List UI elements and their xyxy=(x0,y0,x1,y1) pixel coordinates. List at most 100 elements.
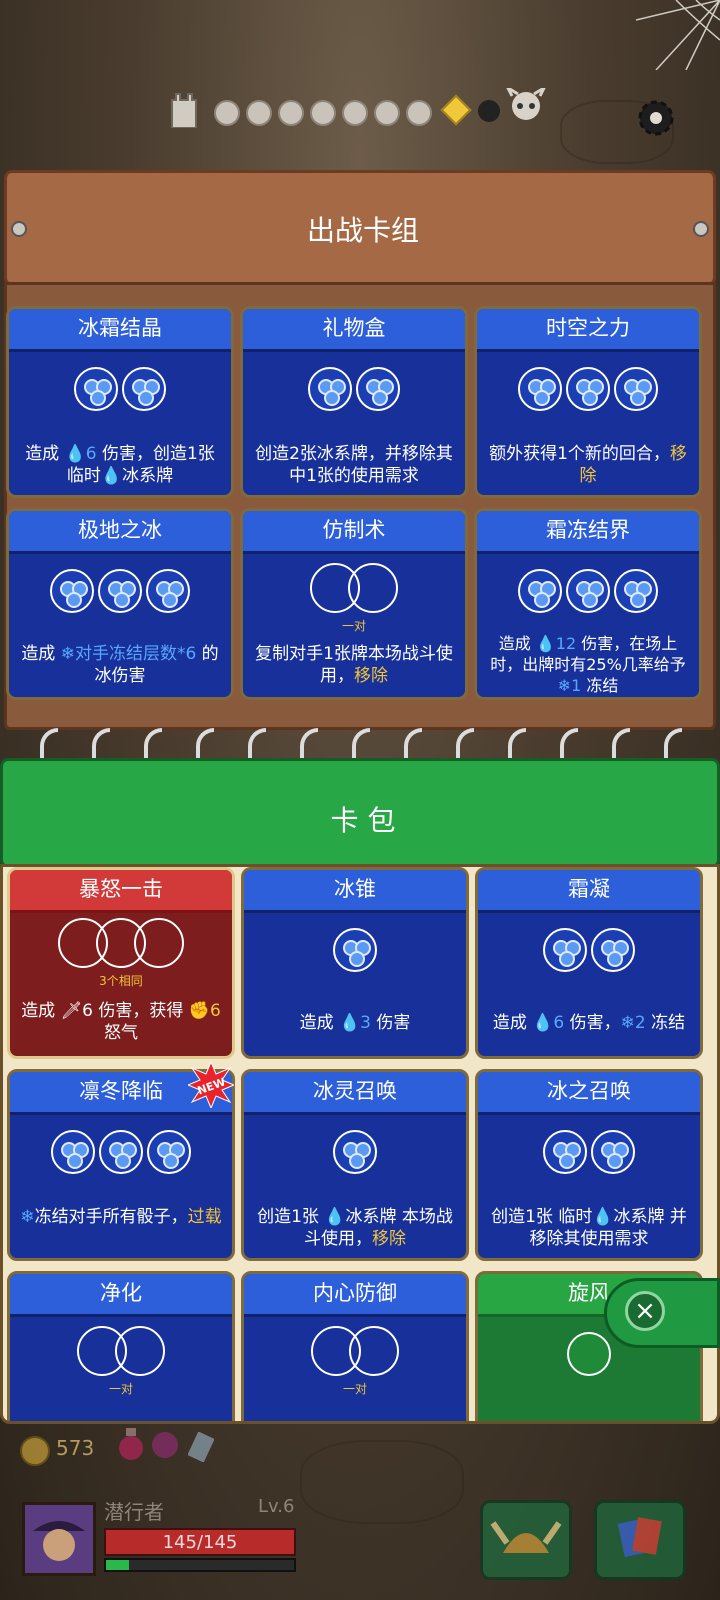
player-bar: 573 潜行者 Lv.6 145/145 xyxy=(0,1418,720,1600)
close-icon[interactable]: × xyxy=(625,1291,665,1331)
dice-requirements xyxy=(477,367,699,411)
ice-die-icon xyxy=(543,1130,587,1174)
pack-card[interactable]: 冰锥 造成 💧3 伤害 xyxy=(241,867,469,1059)
pack-title: 卡 包 xyxy=(330,804,396,837)
dice-requirements xyxy=(244,1326,466,1376)
potion-icon[interactable] xyxy=(116,1428,146,1462)
close-tab[interactable]: × xyxy=(604,1278,720,1348)
ice-die-icon xyxy=(566,367,610,411)
stage-dot xyxy=(310,100,336,126)
new-badge: NEW xyxy=(188,1062,234,1108)
pack-board: 暴怒一击 3个相同 造成 🗡6 伤害，获得 ✊6 怒气 冰锥 造成 💧3 伤害 … xyxy=(0,864,720,1424)
ice-die-icon xyxy=(99,1130,143,1174)
card-title: 冰霜结晶 xyxy=(9,309,231,352)
card-title: 霜凝 xyxy=(478,870,700,913)
castle-icon xyxy=(171,93,197,128)
ice-die-icon xyxy=(146,569,190,613)
deck-card[interactable]: 仿制术 一对 复制对手1张牌本场战斗使用，移除 xyxy=(240,508,468,700)
deck-card[interactable]: 时空之力 额外获得1个新的回合，移除 xyxy=(474,306,702,498)
stage-progress xyxy=(0,0,720,170)
hp-bar: 145/145 xyxy=(104,1528,296,1556)
card-description: ❄冻结对手所有骰子，过载 xyxy=(20,1207,222,1227)
dice-requirements xyxy=(10,918,232,968)
dice-requirements xyxy=(9,569,231,613)
stage-dot xyxy=(374,100,400,126)
gear-icon[interactable] xyxy=(634,96,678,140)
deck-header: 出战卡组 xyxy=(4,170,716,286)
pack-card[interactable]: 净化 一对 xyxy=(7,1271,235,1421)
gold-amount: 573 xyxy=(56,1436,95,1460)
ice-die-icon xyxy=(147,1130,191,1174)
card-description: 复制对手1张牌本场战斗使用，移除 xyxy=(255,644,453,686)
stage-dot xyxy=(214,100,240,126)
card-description: 造成 💧6 伤害，创造1张 临时💧冰系牌 xyxy=(25,444,215,486)
dice-requirements xyxy=(243,367,465,411)
ice-die-icon xyxy=(591,928,635,972)
card-description: 造成 💧3 伤害 xyxy=(299,1013,411,1033)
card-title: 内心防御 xyxy=(244,1274,466,1317)
deck-button[interactable] xyxy=(594,1500,686,1580)
pack-card[interactable]: 暴怒一击 3个相同 造成 🗡6 伤害，获得 ✊6 怒气 xyxy=(7,867,235,1059)
card-description: 造成 ❄对手冻结层数*6 的冰伤害 xyxy=(21,644,219,686)
deck-card[interactable]: 礼物盒 创造2张冰系牌，并移除其中1张的使用需求 xyxy=(240,306,468,498)
hp-text: 145/145 xyxy=(162,1532,238,1553)
equipment-button[interactable] xyxy=(480,1500,572,1580)
card-description: 创造1张 临时💧冰系牌 并移除其使用需求 xyxy=(491,1207,687,1249)
stage-dot-locked xyxy=(478,100,500,122)
ice-die-icon xyxy=(518,569,562,613)
dice-requirements xyxy=(244,1130,466,1174)
card-description: 造成 💧12 伤害，在场上时，出牌时有25%几率给予❄1 冻结 xyxy=(490,634,686,695)
dice-requirements xyxy=(9,367,231,411)
rogue-portrait-icon xyxy=(25,1505,93,1573)
ice-die-icon xyxy=(356,367,400,411)
dice-requirements xyxy=(10,1326,232,1376)
deck-panel: 出战卡组 冰霜结晶 造成 💧6 伤害，创造1张 临时💧冰系牌 礼物盒 创造2张冰… xyxy=(4,170,716,730)
card-description: 创造2张冰系牌，并移除其中1张的使用需求 xyxy=(255,444,453,486)
stage-dot xyxy=(342,100,368,126)
pack-card[interactable]: 冰之召唤 创造1张 临时💧冰系牌 并移除其使用需求 xyxy=(475,1069,703,1261)
dice-condition: 3个相同 xyxy=(99,974,143,988)
ice-die-icon xyxy=(614,367,658,411)
cards-icon xyxy=(617,1517,662,1558)
card-description: 造成 🗡6 伤害，获得 ✊6 怒气 xyxy=(21,1001,221,1043)
any-die-icon xyxy=(348,563,398,613)
avatar[interactable] xyxy=(22,1502,96,1576)
card-title: 冰锥 xyxy=(244,870,466,913)
card-title: 极地之冰 xyxy=(9,511,231,554)
card-title: 仿制术 xyxy=(243,511,465,554)
dice-requirements xyxy=(243,563,465,613)
dice-requirements xyxy=(478,928,700,972)
any-die-icon xyxy=(134,918,184,968)
deck-card[interactable]: 极地之冰 造成 ❄对手冻结层数*6 的冰伤害 xyxy=(6,508,234,700)
melon-die-icon xyxy=(567,1332,611,1376)
stage-dot xyxy=(406,100,432,126)
card-title: 霜冻结界 xyxy=(477,511,699,554)
dice-requirements xyxy=(477,569,699,613)
deck-card[interactable]: 冰霜结晶 造成 💧6 伤害，创造1张 临时💧冰系牌 xyxy=(6,306,234,498)
card-title: 冰灵召唤 xyxy=(244,1072,466,1115)
spider-web-icon xyxy=(636,0,720,70)
ice-die-icon xyxy=(591,1130,635,1174)
ice-die-icon xyxy=(614,569,658,613)
deck-card[interactable]: 霜冻结界 造成 💧12 伤害，在场上时，出牌时有25%几率给予❄1 冻结 xyxy=(474,508,702,700)
any-die-icon xyxy=(115,1326,165,1376)
dice-requirements xyxy=(244,928,466,972)
dice-condition: 一对 xyxy=(341,619,366,633)
ice-die-icon xyxy=(122,367,166,411)
deck-title: 出战卡组 xyxy=(306,214,419,247)
dice-requirements xyxy=(10,1130,232,1174)
card-description: 额外获得1个新的回合，移除 xyxy=(489,444,687,486)
card-description: 造成 💧6 伤害，❄2 冻结 xyxy=(492,1013,686,1033)
rune-icon[interactable] xyxy=(150,1428,180,1462)
card-title: 暴怒一击 xyxy=(10,870,232,913)
scroll-icon[interactable] xyxy=(188,1432,214,1462)
pack-card[interactable]: 霜凝 造成 💧6 伤害，❄2 冻结 xyxy=(475,867,703,1059)
xp-bar xyxy=(104,1558,296,1572)
xp-fill xyxy=(106,1560,129,1570)
pack-card[interactable]: 内心防御 一对 xyxy=(241,1271,469,1421)
helmet-icon xyxy=(490,1521,562,1553)
pack-header: 卡 包 xyxy=(0,758,720,868)
stage-dot xyxy=(246,100,272,126)
player-level: Lv.6 xyxy=(258,1496,295,1517)
pack-card[interactable]: 冰灵召唤 创造1张 💧冰系牌 本场战斗使用，移除 xyxy=(241,1069,469,1261)
